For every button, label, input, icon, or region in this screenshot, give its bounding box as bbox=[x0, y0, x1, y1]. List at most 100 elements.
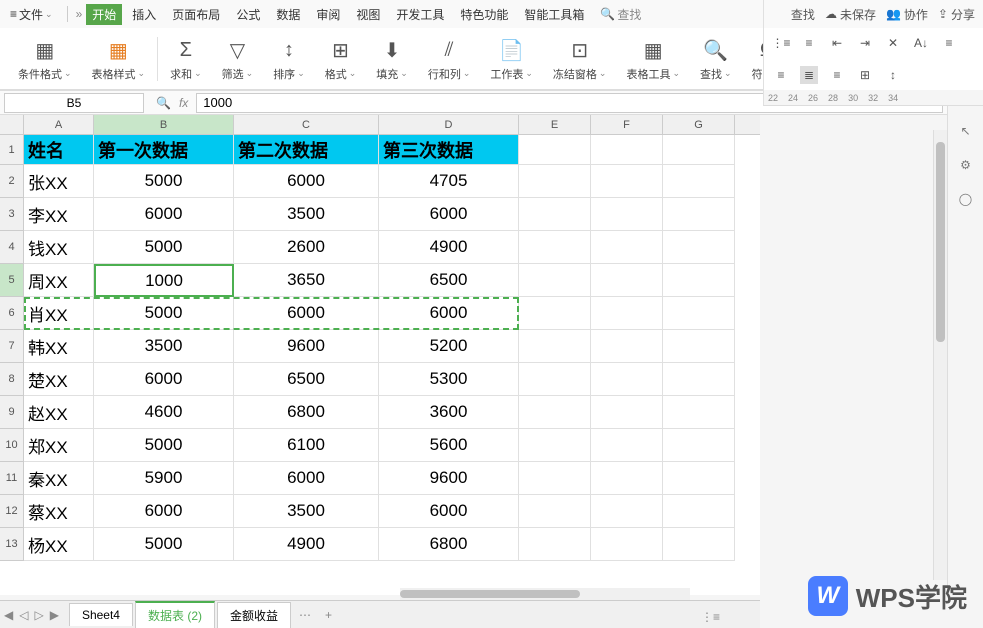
cell[interactable] bbox=[591, 396, 663, 429]
cell[interactable] bbox=[591, 165, 663, 198]
zoom-out-icon[interactable]: 🔍 bbox=[156, 96, 171, 110]
spacing-icon[interactable]: ↕ bbox=[884, 66, 902, 84]
cell[interactable]: 4900 bbox=[234, 528, 379, 561]
cell[interactable] bbox=[663, 396, 735, 429]
cell[interactable]: 5000 bbox=[94, 429, 234, 462]
format-button[interactable]: ⊞ 格式 ⌄ bbox=[315, 32, 367, 85]
cell[interactable]: 周XX bbox=[24, 264, 94, 297]
cell[interactable]: 肖XX bbox=[24, 297, 94, 330]
tab-home[interactable]: 开始 bbox=[86, 4, 122, 25]
filter-button[interactable]: ▽ 筛选 ⌄ bbox=[212, 32, 264, 85]
cell[interactable] bbox=[663, 264, 735, 297]
cell[interactable]: 6500 bbox=[234, 363, 379, 396]
cell[interactable] bbox=[519, 396, 591, 429]
search-right[interactable]: 查找 bbox=[791, 6, 815, 23]
menu-icon[interactable]: ≡ 文件 ⌄ bbox=[4, 4, 59, 25]
outdent-icon[interactable]: ⇤ bbox=[828, 34, 846, 52]
horizontal-scrollbar[interactable] bbox=[400, 588, 690, 600]
cell[interactable]: 3500 bbox=[234, 495, 379, 528]
cell[interactable] bbox=[591, 330, 663, 363]
cell[interactable] bbox=[663, 495, 735, 528]
cell[interactable]: 1000 bbox=[94, 264, 234, 297]
cell[interactable]: 3600 bbox=[379, 396, 519, 429]
cell[interactable]: 3500 bbox=[94, 330, 234, 363]
cell[interactable]: 第二次数据 bbox=[234, 135, 379, 165]
cell[interactable]: 5600 bbox=[379, 429, 519, 462]
cell[interactable] bbox=[663, 198, 735, 231]
distribute-icon[interactable]: ⊞ bbox=[856, 66, 874, 84]
tab-formula[interactable]: 公式 bbox=[230, 4, 266, 25]
tab-more-icon[interactable]: ⋯ bbox=[293, 608, 317, 622]
cell[interactable]: 6000 bbox=[94, 495, 234, 528]
row-header[interactable]: 12 bbox=[0, 495, 24, 528]
table-style-button[interactable]: ▦ 表格样式 ⌄ bbox=[82, 32, 156, 85]
cell[interactable]: 9600 bbox=[234, 330, 379, 363]
cell[interactable] bbox=[591, 231, 663, 264]
number-list-icon[interactable]: ≡ bbox=[800, 34, 818, 52]
cell[interactable]: 6000 bbox=[379, 495, 519, 528]
cell[interactable]: 6000 bbox=[234, 297, 379, 330]
sheet-tab-data[interactable]: 数据表 (2) bbox=[135, 601, 215, 628]
pointer-icon[interactable]: ↖ bbox=[955, 120, 977, 142]
ruler-icon[interactable]: ✕ bbox=[884, 34, 902, 52]
tab-view[interactable]: 视图 bbox=[350, 4, 386, 25]
cell[interactable] bbox=[519, 165, 591, 198]
cell[interactable]: 蔡XX bbox=[24, 495, 94, 528]
cell[interactable]: 郑XX bbox=[24, 429, 94, 462]
cell[interactable] bbox=[591, 297, 663, 330]
cell[interactable] bbox=[519, 429, 591, 462]
cell[interactable] bbox=[663, 363, 735, 396]
cell[interactable]: 6500 bbox=[379, 264, 519, 297]
cell[interactable]: 6000 bbox=[234, 462, 379, 495]
rowcol-button[interactable]: ⫽ 行和列 ⌄ bbox=[418, 32, 481, 85]
cell[interactable] bbox=[519, 528, 591, 561]
cell[interactable] bbox=[591, 429, 663, 462]
cell[interactable]: 秦XX bbox=[24, 462, 94, 495]
help-icon[interactable]: ◯ bbox=[955, 188, 977, 210]
cell[interactable] bbox=[519, 198, 591, 231]
fx-icon[interactable]: fx bbox=[179, 96, 188, 110]
cell[interactable]: 4600 bbox=[94, 396, 234, 429]
cell[interactable] bbox=[519, 135, 591, 165]
row-header[interactable]: 10 bbox=[0, 429, 24, 462]
cell[interactable] bbox=[663, 528, 735, 561]
cell[interactable]: 6800 bbox=[379, 528, 519, 561]
cell[interactable]: 5000 bbox=[94, 297, 234, 330]
cell[interactable]: 4900 bbox=[379, 231, 519, 264]
cell[interactable]: 5000 bbox=[94, 165, 234, 198]
cell[interactable] bbox=[519, 462, 591, 495]
tab-prev-icon[interactable]: ◁ bbox=[19, 608, 28, 622]
row-header[interactable]: 6 bbox=[0, 297, 24, 330]
table-tools-button[interactable]: ▦ 表格工具 ⌄ bbox=[616, 32, 690, 85]
row-header[interactable]: 1 bbox=[0, 135, 24, 165]
cell[interactable] bbox=[663, 135, 735, 165]
cell[interactable]: 杨XX bbox=[24, 528, 94, 561]
cell[interactable] bbox=[663, 231, 735, 264]
cell[interactable] bbox=[591, 264, 663, 297]
format-brush-icon[interactable]: A↓ bbox=[912, 34, 930, 52]
cell[interactable] bbox=[663, 165, 735, 198]
cell[interactable] bbox=[519, 363, 591, 396]
tab-first-icon[interactable]: ◀ bbox=[4, 608, 13, 622]
row-header[interactable]: 13 bbox=[0, 528, 24, 561]
cell[interactable]: 2600 bbox=[234, 231, 379, 264]
spreadsheet-grid[interactable]: A B C D E F G 1姓名第一次数据第二次数据第三次数据2张XX5000… bbox=[0, 115, 760, 595]
find-button[interactable]: 🔍 查找 ⌄ bbox=[690, 32, 742, 85]
row-header[interactable]: 11 bbox=[0, 462, 24, 495]
cell[interactable]: 赵XX bbox=[24, 396, 94, 429]
indent-icon[interactable]: ⇥ bbox=[856, 34, 874, 52]
tab-page-layout[interactable]: 页面布局 bbox=[166, 4, 226, 25]
cell[interactable]: 6000 bbox=[379, 198, 519, 231]
cell[interactable]: 5200 bbox=[379, 330, 519, 363]
scroll-thumb[interactable] bbox=[936, 142, 945, 342]
name-box[interactable]: B5 bbox=[4, 93, 144, 113]
align-right-icon[interactable]: ≣ bbox=[800, 66, 818, 84]
sum-button[interactable]: Σ 求和 ⌄ bbox=[160, 32, 212, 85]
cell[interactable] bbox=[519, 330, 591, 363]
sort-button[interactable]: ↕ 排序 ⌄ bbox=[263, 32, 315, 85]
tab-smart-toolbox[interactable]: 智能工具箱 bbox=[518, 4, 590, 25]
cell[interactable]: 3500 bbox=[234, 198, 379, 231]
cell[interactable]: 5300 bbox=[379, 363, 519, 396]
row-header[interactable]: 8 bbox=[0, 363, 24, 396]
row-header[interactable]: 7 bbox=[0, 330, 24, 363]
